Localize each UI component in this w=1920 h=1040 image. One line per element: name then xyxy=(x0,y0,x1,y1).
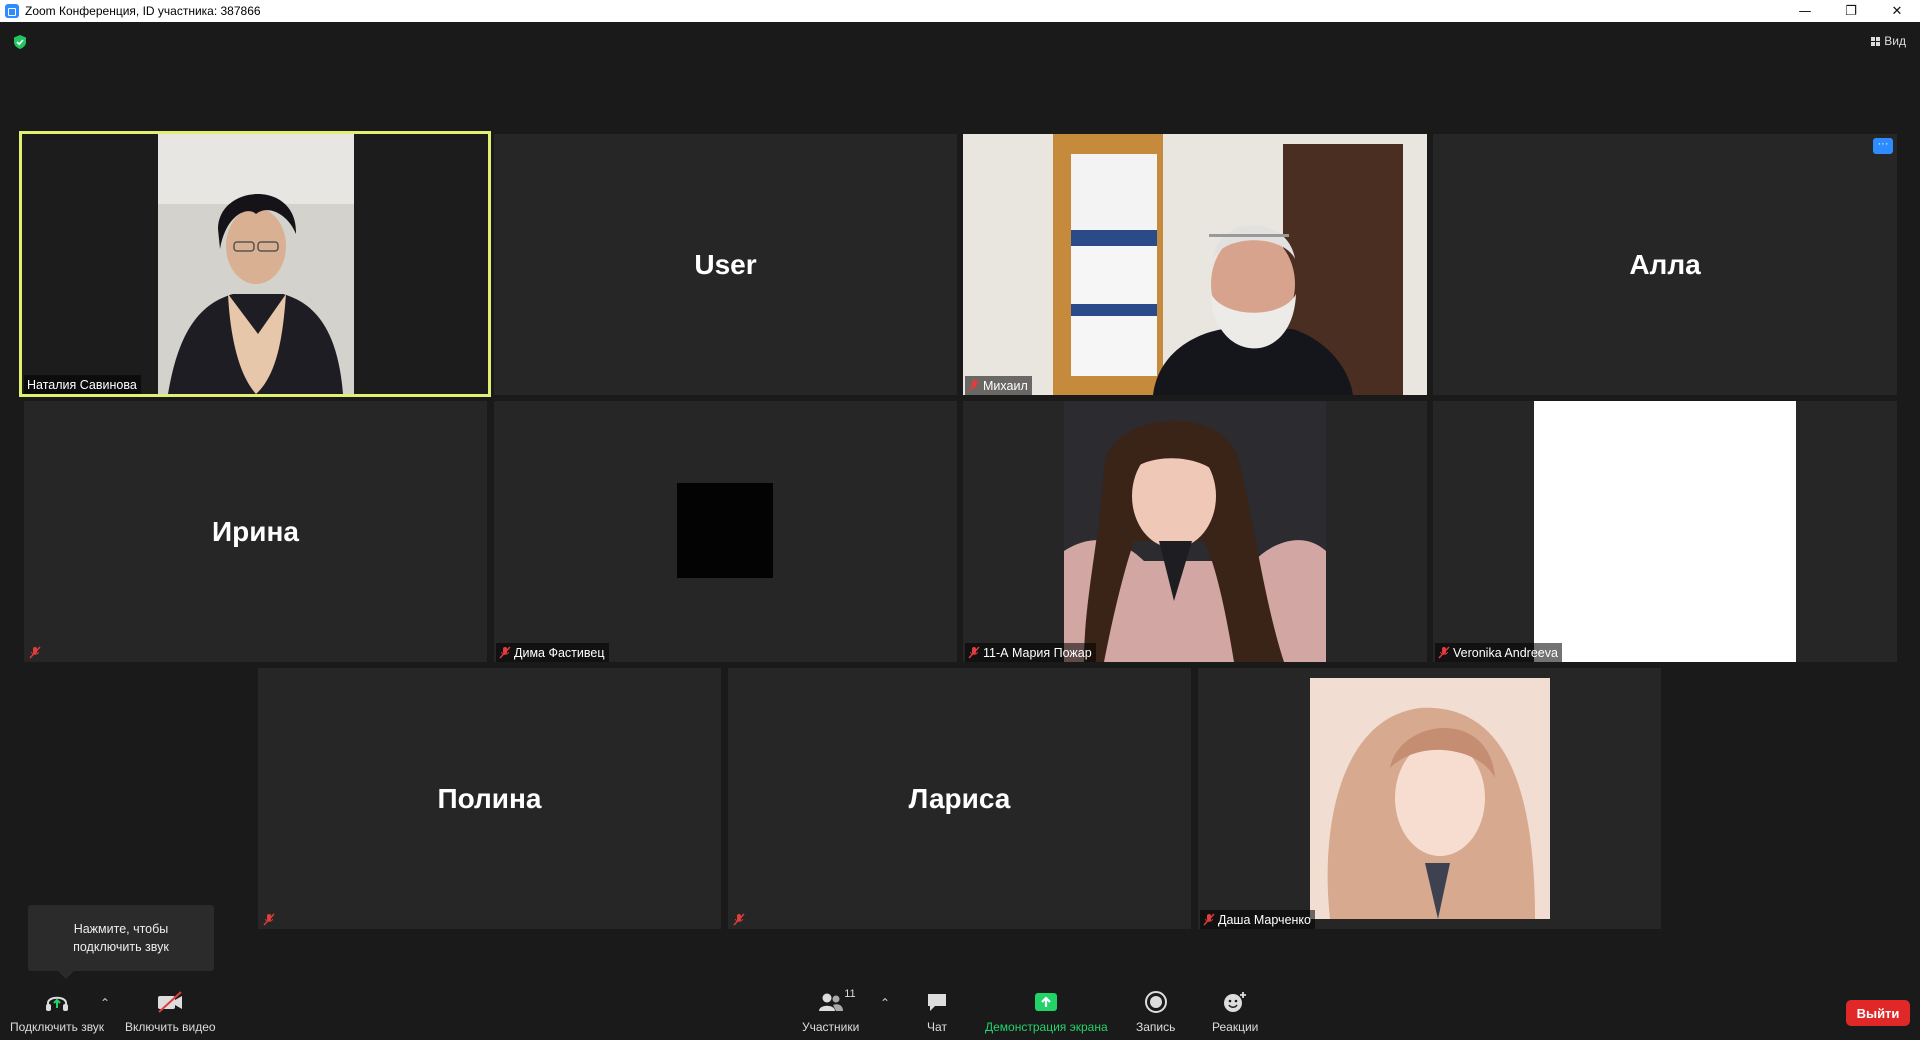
participant-video xyxy=(1534,401,1796,662)
video-tile-larisa[interactable]: Лариса xyxy=(728,668,1191,929)
participant-video xyxy=(158,134,354,394)
participant-name: Даша Марченко xyxy=(1218,912,1311,927)
participant-name-label: Veronika Andreeva xyxy=(1435,643,1562,662)
encryption-shield-icon[interactable] xyxy=(12,34,28,50)
start-video-label: Включить видео xyxy=(125,1020,216,1034)
start-video-button[interactable]: Включить видео xyxy=(125,990,216,1034)
headphones-icon xyxy=(44,990,70,1014)
zoom-app-icon xyxy=(5,4,19,18)
participants-button[interactable]: 11 Участники xyxy=(802,988,860,1034)
participants-icon: 11 xyxy=(818,988,856,1014)
reactions-label: Реакции xyxy=(1212,1020,1259,1034)
view-button-label: Вид xyxy=(1884,34,1906,48)
muted-mic-icon xyxy=(263,913,275,926)
participants-options-caret[interactable]: ⌃ xyxy=(880,996,890,1010)
video-off-icon xyxy=(156,990,184,1014)
participant-big-name: Полина xyxy=(437,782,542,814)
participant-name-label: Даша Марченко xyxy=(1200,910,1315,929)
video-tile-alla[interactable]: Алла ··· xyxy=(1433,134,1897,395)
muted-mic-icon xyxy=(1438,646,1450,659)
participant-big-name: Ирина xyxy=(212,515,299,547)
participant-name-label: 11-А Мария Пожар xyxy=(965,643,1096,662)
muted-mic-icon xyxy=(29,646,41,659)
share-screen-label: Демонстрация экрана xyxy=(985,1020,1108,1034)
muted-mic-icon xyxy=(968,646,980,659)
participant-name-label: Михаил xyxy=(965,376,1032,395)
participant-name-label: Дима Фастивец xyxy=(496,643,609,662)
minimize-button[interactable]: — xyxy=(1782,0,1828,22)
chat-icon xyxy=(925,990,949,1014)
participant-name-label xyxy=(260,910,279,929)
title-bar: Zoom Конференция, ID участника: 387866 —… xyxy=(0,0,1920,22)
muted-mic-icon xyxy=(968,379,980,392)
video-tile-irina[interactable]: Ирина xyxy=(24,401,487,662)
participant-name-label xyxy=(26,643,45,662)
grid-view-icon xyxy=(1871,36,1881,46)
participant-video xyxy=(1310,678,1550,919)
share-screen-icon xyxy=(1033,990,1059,1014)
video-tile-nataliya[interactable]: Наталия Савинова xyxy=(19,131,491,397)
participant-name-label xyxy=(730,910,749,929)
participant-big-name: Лариса xyxy=(908,782,1011,814)
muted-mic-icon xyxy=(499,646,511,659)
close-window-button[interactable]: ✕ xyxy=(1874,0,1920,22)
tooltip-line-1: Нажмите, чтобы xyxy=(73,922,169,936)
video-tile-user[interactable]: User xyxy=(494,134,957,395)
chat-button[interactable]: Чат xyxy=(925,990,949,1034)
window-title: Zoom Конференция, ID участника: 387866 xyxy=(25,4,261,18)
video-tile-polina[interactable]: Полина xyxy=(258,668,721,929)
participant-name: Veronika Andreeva xyxy=(1453,645,1558,660)
video-tile-mikhail[interactable]: Михаил xyxy=(963,134,1427,395)
more-options-button[interactable]: ··· xyxy=(1873,138,1893,154)
reactions-icon xyxy=(1222,990,1248,1014)
participant-name: Наталия Савинова xyxy=(27,377,137,392)
participant-big-name: Алла xyxy=(1629,248,1701,280)
participant-video xyxy=(1064,401,1326,662)
participant-big-name: User xyxy=(694,248,757,280)
muted-mic-icon xyxy=(733,913,745,926)
participants-count: 11 xyxy=(844,988,856,1000)
participant-name: Михаил xyxy=(983,378,1028,393)
window-controls: — ❐ ✕ xyxy=(1782,0,1920,22)
participants-label: Участники xyxy=(802,1020,860,1034)
join-audio-button[interactable]: Подключить звук xyxy=(10,990,104,1034)
meeting-toolbar: Подключить звук ⌃ Включить видео 11 Учас… xyxy=(0,980,1920,1040)
participant-avatar-black xyxy=(677,483,773,578)
record-icon xyxy=(1144,990,1168,1014)
video-tile-dasha[interactable]: Даша Марченко xyxy=(1198,668,1661,929)
video-tile-mariya[interactable]: 11-А Мария Пожар xyxy=(963,401,1427,662)
share-screen-button[interactable]: Демонстрация экрана xyxy=(985,990,1108,1034)
chat-label: Чат xyxy=(927,1020,947,1034)
video-tile-veronika[interactable]: Veronika Andreeva xyxy=(1433,401,1897,662)
record-label: Запись xyxy=(1136,1020,1176,1034)
leave-meeting-button[interactable]: Выйти xyxy=(1846,1000,1910,1026)
participant-name: 11-А Мария Пожар xyxy=(983,645,1092,660)
muted-mic-icon xyxy=(1203,913,1215,926)
reactions-button[interactable]: Реакции xyxy=(1212,990,1258,1034)
audio-options-caret[interactable]: ⌃ xyxy=(100,996,110,1010)
tooltip-line-2: подключить звук xyxy=(73,940,169,954)
participant-video xyxy=(963,134,1427,395)
join-audio-tooltip: Нажмите, чтобы подключить звук xyxy=(28,905,214,979)
join-audio-label: Подключить звук xyxy=(10,1020,105,1034)
view-button[interactable]: Вид xyxy=(1871,34,1906,48)
participant-name: Дима Фастивец xyxy=(514,645,605,660)
video-tile-dima[interactable]: Дима Фастивец xyxy=(494,401,957,662)
restore-button[interactable]: ❐ xyxy=(1828,0,1874,22)
participant-name-label: Наталия Савинова xyxy=(24,375,141,394)
record-button[interactable]: Запись xyxy=(1136,990,1175,1034)
